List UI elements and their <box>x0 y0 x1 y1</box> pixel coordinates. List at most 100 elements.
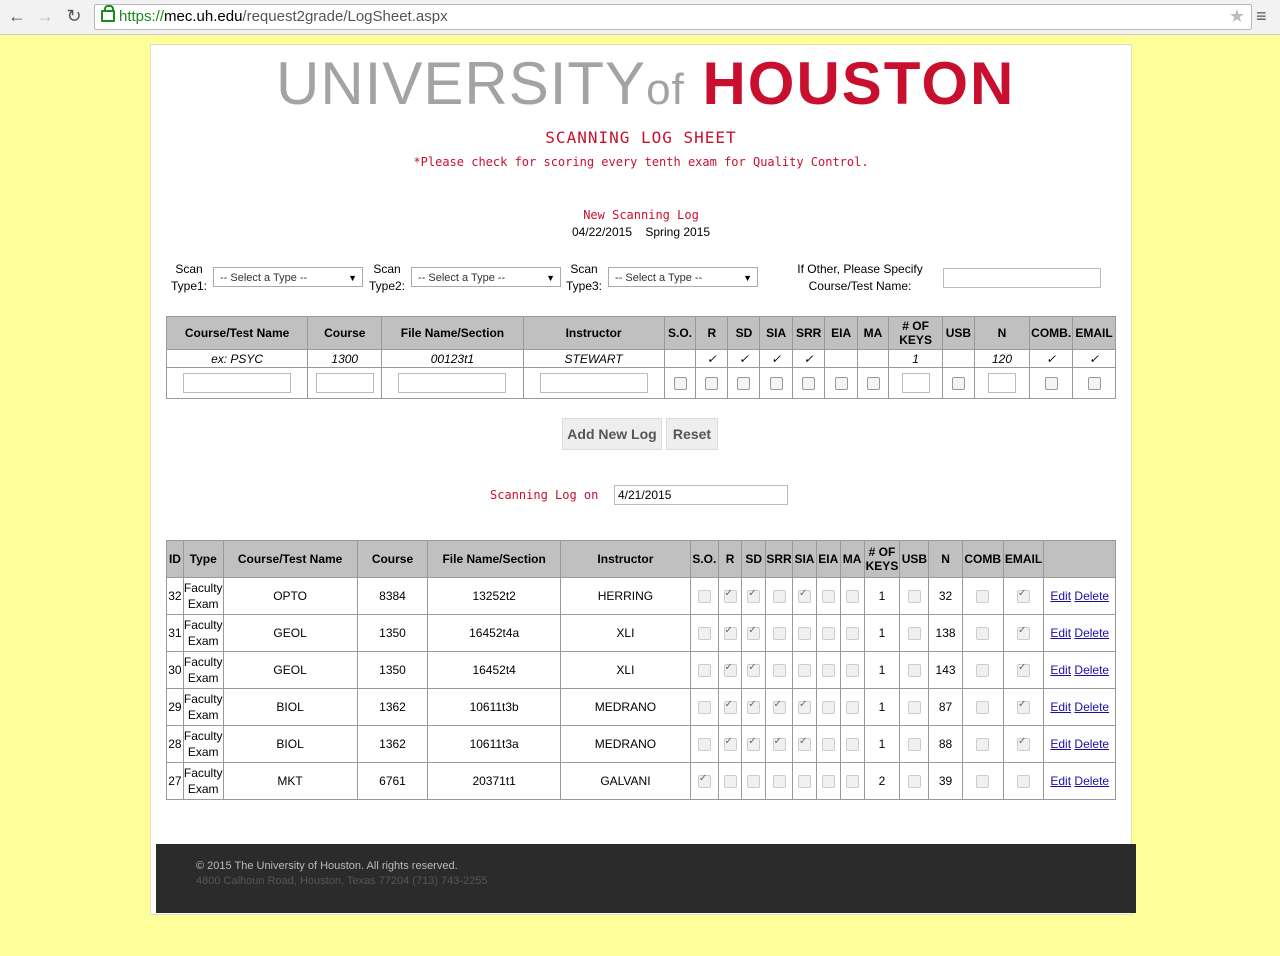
so-checkbox <box>697 773 711 789</box>
sia-checkbox[interactable] <box>769 377 783 391</box>
scan-type2-select[interactable]: -- Select a Type -- ▼ <box>411 267 561 287</box>
quality-note: *Please check for scoring every tenth ex… <box>413 155 869 169</box>
log-header-cell: # OF KEYS <box>863 540 901 578</box>
bookmark-star-icon[interactable]: ★ <box>1229 6 1245 27</box>
log-eia-cell <box>815 577 841 615</box>
reset-button[interactable]: Reset <box>666 418 718 450</box>
sd-checkbox[interactable] <box>737 377 751 391</box>
log-usb-cell <box>899 577 930 615</box>
log-keys-cell: 1 <box>863 651 901 689</box>
example-cell: 1 <box>888 349 944 368</box>
n-cell <box>973 367 1031 399</box>
log-date-input[interactable]: 4/21/2015 <box>614 485 788 505</box>
so-checkbox <box>697 664 711 678</box>
ma-checkbox[interactable] <box>866 377 880 391</box>
log-file-cell: 13252t2 <box>427 577 561 615</box>
delete-link[interactable]: Delete <box>1074 700 1109 714</box>
log-r-cell <box>717 688 743 726</box>
dropdown-arrow-icon: ▼ <box>546 273 555 283</box>
ma-cell <box>856 367 890 399</box>
entry-header-cell: S.O. <box>663 316 697 350</box>
other-course-label: If Other, Please Specify Course/Test Name… <box>797 262 923 293</box>
log-usb-cell <box>899 614 930 652</box>
delete-link[interactable]: Delete <box>1074 663 1109 677</box>
log-sd-cell <box>741 762 767 800</box>
delete-link[interactable]: Delete <box>1074 737 1109 751</box>
scan-type1-select[interactable]: -- Select a Type -- ▼ <box>213 267 363 287</box>
entry-header-cell: EMAIL <box>1072 316 1116 350</box>
edit-link[interactable]: Edit <box>1050 589 1071 603</box>
course-name-input[interactable] <box>183 373 292 393</box>
entry-header-cell: USB <box>942 316 975 350</box>
email-checkbox[interactable] <box>1087 377 1101 391</box>
log-course-cell: 1362 <box>356 688 429 726</box>
edit-link[interactable]: Edit <box>1050 774 1071 788</box>
log-header-cell: EIA <box>815 540 841 578</box>
file-cell <box>381 367 524 399</box>
eia-checkbox <box>821 627 835 641</box>
log-instructor-cell: XLI <box>559 651 691 689</box>
log-ma-cell <box>839 688 865 726</box>
log-sd-cell <box>741 688 767 726</box>
comb-checkbox <box>976 664 990 678</box>
edit-link[interactable]: Edit <box>1050 700 1071 714</box>
log-header-cell: Course/Test Name <box>222 540 358 578</box>
log-sd-cell <box>741 725 767 763</box>
delete-link[interactable]: Delete <box>1074 774 1109 788</box>
log-ma-cell <box>839 725 865 763</box>
table-row: 28Faculty ExamBIOL136210611t3aMEDRANO 1 88… <box>166 725 1116 763</box>
sd-checkbox <box>747 625 761 641</box>
ma-checkbox <box>845 590 859 604</box>
edit-link[interactable]: Edit <box>1050 737 1071 751</box>
scan-type3-select[interactable]: -- Select a Type -- ▼ <box>608 267 758 287</box>
other-course-input[interactable] <box>943 268 1101 288</box>
log-n-cell: 39 <box>928 762 963 800</box>
log-type-cell: Faculty Exam <box>182 651 224 689</box>
file-name-input[interactable] <box>398 373 507 393</box>
menu-icon[interactable]: ≡ <box>1256 6 1267 27</box>
course-input[interactable] <box>315 373 374 393</box>
back-icon[interactable]: ← <box>6 5 28 27</box>
keys-input[interactable] <box>901 373 930 393</box>
email-checkbox <box>1017 662 1031 678</box>
log-email-cell <box>1002 577 1045 615</box>
so-checkbox[interactable] <box>673 377 687 391</box>
delete-link[interactable]: Delete <box>1074 626 1109 640</box>
example-cell: ✓ <box>695 349 729 368</box>
log-header-cell: N <box>928 540 963 578</box>
actions-cell: Edit Delete <box>1043 577 1116 615</box>
comb-checkbox[interactable] <box>1044 377 1058 391</box>
edit-link[interactable]: Edit <box>1050 663 1071 677</box>
log-srr-cell <box>765 762 794 800</box>
log-name-cell: MKT <box>222 762 358 800</box>
srr-checkbox[interactable] <box>802 377 816 391</box>
date-line: 04/22/2015 Spring 2015 <box>571 225 711 239</box>
address-bar[interactable]: https://mec.uh.edu/request2grade/LogShee… <box>94 4 1252 30</box>
eia-checkbox[interactable] <box>834 377 848 391</box>
log-usb-cell <box>899 688 930 726</box>
email-cell <box>1072 367 1116 399</box>
sia-checkbox <box>797 588 811 604</box>
delete-link[interactable]: Delete <box>1074 589 1109 603</box>
usb-checkbox[interactable] <box>951 377 965 391</box>
example-cell: ex: PSYC <box>165 349 309 368</box>
reload-icon[interactable]: ↻ <box>63 5 85 27</box>
footer: © 2015 The University of Houston. All ri… <box>156 844 1136 913</box>
log-srr-cell <box>765 725 794 763</box>
instructor-input[interactable] <box>539 373 648 393</box>
keys-cell <box>888 367 944 399</box>
ma-checkbox <box>845 664 859 678</box>
r-checkbox[interactable] <box>705 377 719 391</box>
log-n-cell: 88 <box>928 725 963 763</box>
log-comb-cell <box>961 762 1004 800</box>
srr-checkbox <box>772 627 786 641</box>
n-input[interactable] <box>987 373 1016 393</box>
log-header-cell: EMAIL <box>1002 540 1045 578</box>
log-so-cell <box>689 688 719 726</box>
forward-icon[interactable]: → <box>34 5 56 27</box>
log-n-cell: 87 <box>928 688 963 726</box>
add-new-log-button[interactable]: Add New Log <box>562 418 662 450</box>
sd-checkbox <box>747 736 761 752</box>
lock-icon <box>101 5 115 22</box>
edit-link[interactable]: Edit <box>1050 626 1071 640</box>
